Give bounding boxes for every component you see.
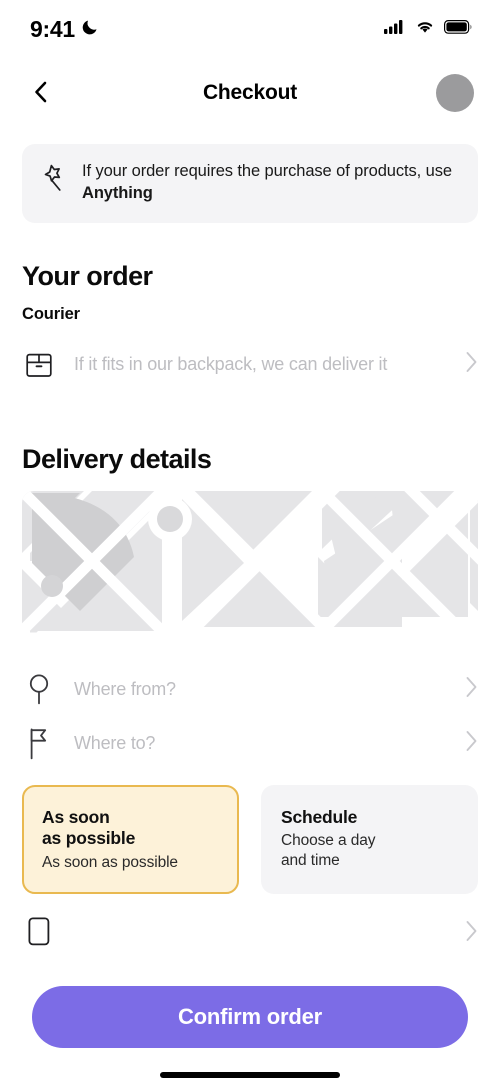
your-order-heading: Your order bbox=[22, 260, 153, 291]
option-schedule-subtitle-line1: Choose a day bbox=[281, 832, 376, 850]
package-box-icon bbox=[22, 350, 56, 380]
courier-subheading: Courier bbox=[22, 304, 80, 323]
option-schedule-subtitle: Choose a day and time bbox=[281, 831, 458, 870]
order-item-row[interactable]: If it fits in our backpack, we can deliv… bbox=[0, 338, 500, 392]
option-schedule[interactable]: Schedule Choose a day and time bbox=[261, 784, 478, 895]
wifi-icon bbox=[415, 19, 435, 39]
destination-flag-icon bbox=[22, 727, 56, 761]
status-bar-right bbox=[384, 19, 472, 39]
origin-pin-icon bbox=[22, 673, 56, 707]
page-title: Checkout bbox=[202, 81, 298, 104]
banner-text: If your order requires the purchase of p… bbox=[82, 161, 460, 205]
chevron-right-icon bbox=[465, 730, 478, 757]
status-bar-left: 9:41 bbox=[30, 16, 100, 43]
option-asap-title-line2: as possible bbox=[42, 828, 136, 849]
home-indicator bbox=[160, 1072, 340, 1078]
content-scroll: If your order requires the purchase of p… bbox=[0, 128, 500, 960]
delivery-details-heading: Delivery details bbox=[22, 443, 212, 474]
navigation-header: Checkout bbox=[0, 58, 500, 128]
timing-options: As soon as possible As soon as possible … bbox=[0, 784, 500, 895]
where-from-row[interactable]: Where from? bbox=[0, 663, 500, 717]
note-card-icon bbox=[22, 916, 56, 950]
option-schedule-title: Schedule bbox=[281, 806, 358, 827]
banner-text-regular: If your order requires the purchase of p… bbox=[82, 162, 452, 180]
map-graphic bbox=[22, 490, 478, 649]
order-item-placeholder: If it fits in our backpack, we can deliv… bbox=[74, 354, 388, 375]
chevron-right-icon bbox=[465, 351, 478, 378]
option-asap-subtitle: As soon as possible bbox=[42, 853, 178, 871]
option-schedule-subtitle-line2: and time bbox=[281, 851, 340, 869]
battery-full-icon bbox=[444, 19, 472, 39]
magic-wand-icon bbox=[38, 163, 68, 199]
cellular-signal-icon bbox=[384, 19, 406, 39]
anything-info-banner[interactable]: If your order requires the purchase of p… bbox=[22, 144, 478, 223]
map-preview[interactable] bbox=[22, 490, 478, 649]
chevron-right-icon bbox=[465, 676, 478, 703]
bottom-action-bar: Confirm order bbox=[0, 970, 500, 1080]
confirm-order-button[interactable]: Confirm order bbox=[32, 986, 468, 1048]
option-asap-title: As soon as possible bbox=[42, 807, 219, 850]
where-to-placeholder: Where to? bbox=[74, 733, 156, 754]
where-from-placeholder: Where from? bbox=[74, 679, 176, 700]
avatar[interactable] bbox=[436, 74, 474, 112]
status-bar: 9:41 bbox=[0, 0, 500, 58]
option-as-soon-as-possible[interactable]: As soon as possible As soon as possible bbox=[22, 784, 239, 895]
checkout-screen: 9:41 Checkout If your order requires the… bbox=[0, 0, 500, 1080]
additional-details-row[interactable] bbox=[0, 906, 500, 960]
where-to-row[interactable]: Where to? bbox=[0, 717, 500, 771]
crescent-moon-icon bbox=[81, 17, 100, 41]
banner-text-bold: Anything bbox=[82, 183, 153, 202]
chevron-right-icon bbox=[465, 920, 478, 947]
option-asap-title-line1: As soon bbox=[42, 806, 110, 827]
status-time: 9:41 bbox=[30, 15, 75, 42]
